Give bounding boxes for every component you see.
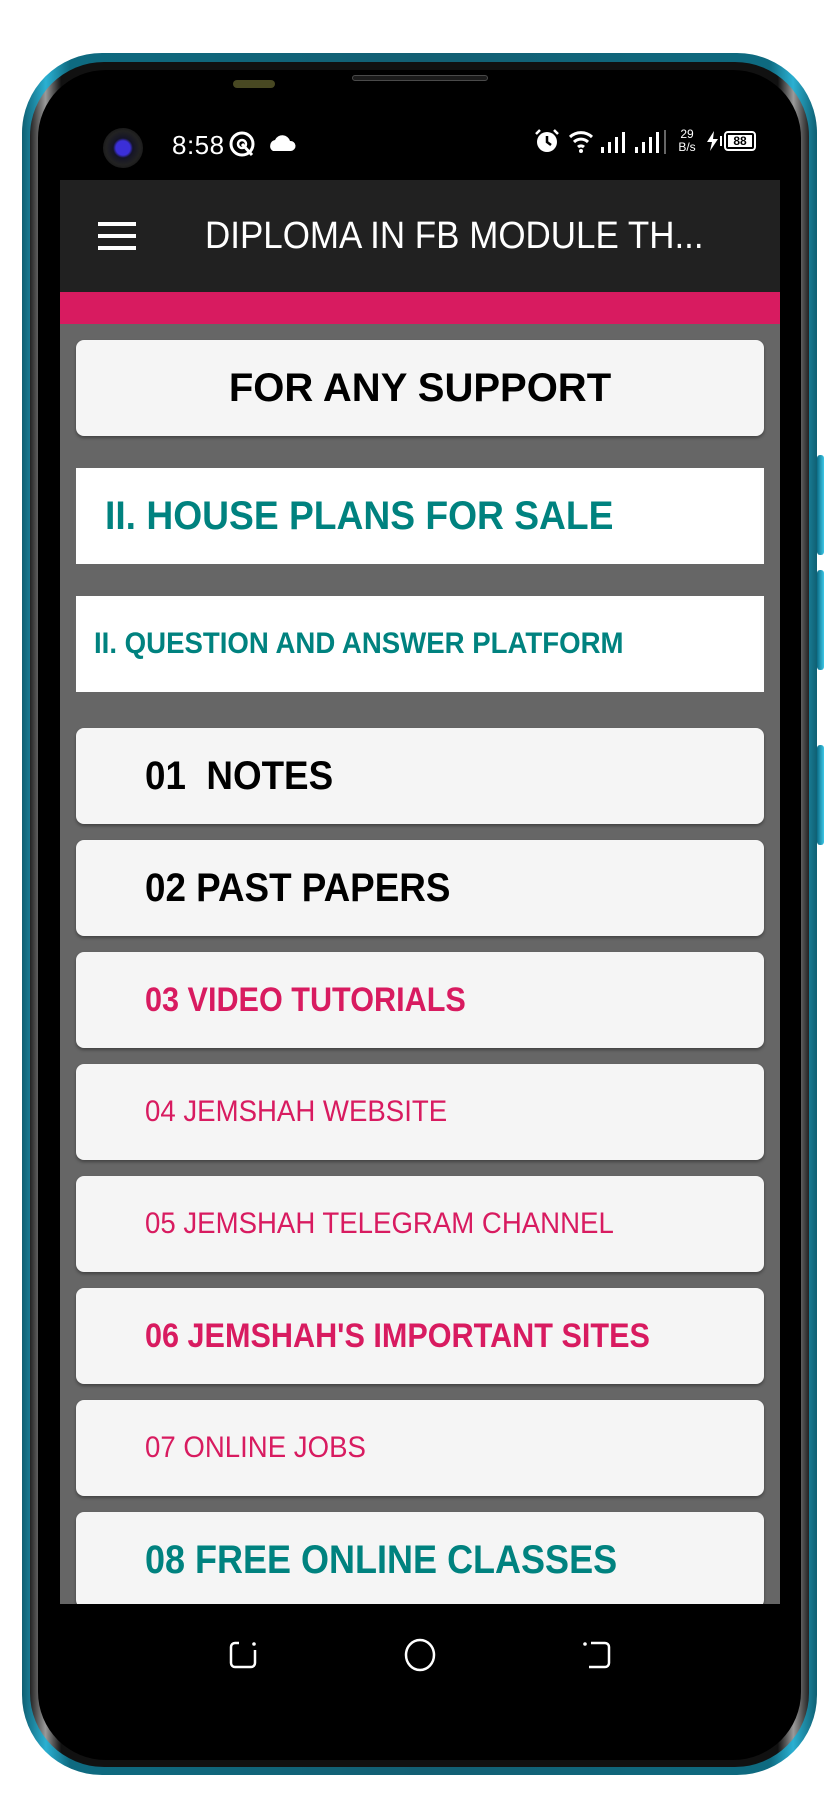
menu-item-label: II. HOUSE PLANS FOR SALE bbox=[105, 493, 614, 538]
app-bar: DIPLOMA IN FB MODULE TH... bbox=[60, 180, 780, 292]
signal-icon bbox=[634, 130, 668, 159]
menu-item-notes[interactable]: 01 NOTES bbox=[76, 728, 764, 824]
menu-item-important-sites[interactable]: 06 JEMSHAH'S IMPORTANT SITES bbox=[76, 1288, 764, 1384]
menu-item-label: 01 NOTES bbox=[145, 753, 334, 798]
home-circle-icon bbox=[404, 1638, 436, 1672]
q-notification-icon bbox=[228, 130, 256, 163]
alarm-icon bbox=[534, 128, 560, 159]
volume-down-button bbox=[817, 570, 824, 670]
menu-item-label: 08 FREE ONLINE CLASSES bbox=[145, 1537, 618, 1582]
network-speed-unit: B/s bbox=[678, 140, 696, 154]
recents-button[interactable] bbox=[227, 1638, 261, 1672]
front-camera-icon bbox=[103, 128, 143, 168]
app-title: DIPLOMA IN FB MODULE TH... bbox=[205, 215, 704, 257]
back-icon bbox=[583, 1641, 611, 1669]
menu-item-label: 06 JEMSHAH'S IMPORTANT SITES bbox=[145, 1316, 650, 1355]
menu-item-past-papers[interactable]: 02 PAST PAPERS bbox=[76, 840, 764, 936]
navigation-bar bbox=[60, 1604, 780, 1724]
battery-level: 88 bbox=[728, 135, 752, 147]
menu-item-qa-platform[interactable]: II. QUESTION AND ANSWER PLATFORM bbox=[76, 596, 764, 692]
menu-item-label: 05 JEMSHAH TELEGRAM CHANNEL bbox=[145, 1207, 614, 1240]
menu-item-free-online-classes[interactable]: 08 FREE ONLINE CLASSES bbox=[76, 1512, 764, 1604]
proximity-sensor bbox=[233, 80, 275, 88]
signal-icon bbox=[600, 130, 628, 159]
earpiece-speaker bbox=[352, 75, 488, 81]
status-time: 8:58 bbox=[172, 130, 225, 160]
menu-item-support[interactable]: FOR ANY SUPPORT bbox=[76, 340, 764, 436]
menu-item-video-tutorials[interactable]: 03 VIDEO TUTORIALS bbox=[76, 952, 764, 1048]
back-button[interactable] bbox=[579, 1638, 613, 1672]
screen: 8:58 29 B/s 88 DIPLOMA IN FB MODULE TH..… bbox=[60, 104, 780, 1604]
menu-item-label: II. QUESTION AND ANSWER PLATFORM bbox=[94, 627, 624, 660]
menu-item-telegram-channel[interactable]: 05 JEMSHAH TELEGRAM CHANNEL bbox=[76, 1176, 764, 1272]
status-bar: 8:58 29 B/s 88 bbox=[60, 104, 780, 180]
menu-item-label: 02 PAST PAPERS bbox=[145, 865, 451, 910]
menu-item-house-plans[interactable]: II. HOUSE PLANS FOR SALE bbox=[76, 468, 764, 564]
menu-item-label: 07 ONLINE JOBS bbox=[145, 1431, 366, 1464]
network-speed: 29 B/s bbox=[672, 128, 702, 154]
cloud-icon bbox=[266, 134, 296, 157]
charging-bolt-icon bbox=[705, 131, 723, 156]
accent-bar bbox=[60, 292, 780, 324]
power-button bbox=[817, 745, 824, 845]
volume-up-button bbox=[817, 455, 824, 555]
menu-item-website[interactable]: 04 JEMSHAH WEBSITE bbox=[76, 1064, 764, 1160]
hamburger-menu-icon[interactable] bbox=[98, 222, 136, 250]
battery-icon: 88 bbox=[724, 131, 756, 151]
recents-icon bbox=[229, 1641, 257, 1669]
menu-item-label: FOR ANY SUPPORT bbox=[228, 365, 612, 410]
menu-item-online-jobs[interactable]: 07 ONLINE JOBS bbox=[76, 1400, 764, 1496]
menu-item-label: 04 JEMSHAH WEBSITE bbox=[145, 1095, 448, 1128]
menu-list: FOR ANY SUPPORT II. HOUSE PLANS FOR SALE… bbox=[60, 324, 780, 1604]
menu-item-label: 03 VIDEO TUTORIALS bbox=[145, 980, 466, 1019]
wifi-icon bbox=[568, 128, 594, 159]
home-button[interactable] bbox=[403, 1638, 437, 1672]
